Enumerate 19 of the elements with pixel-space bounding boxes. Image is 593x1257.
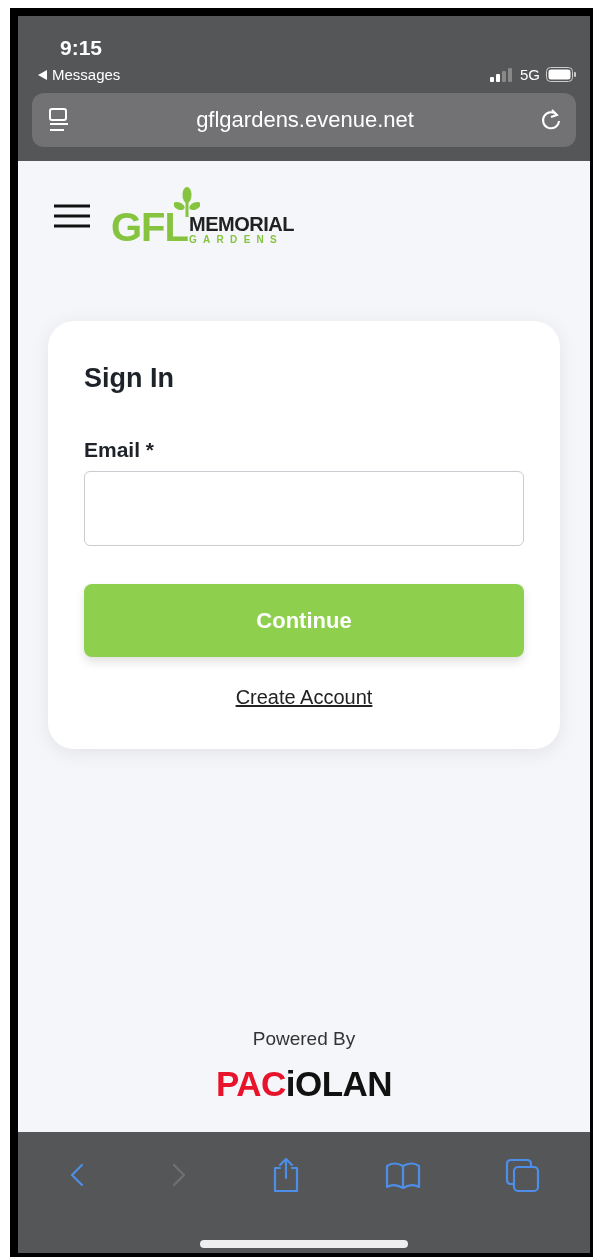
reload-icon (540, 108, 562, 132)
battery-icon (546, 67, 576, 82)
powered-by-text: Powered By (252, 1028, 356, 1050)
book-icon[interactable] (385, 1160, 422, 1190)
menu-icon[interactable] (54, 204, 90, 228)
tabs-icon[interactable] (505, 1157, 541, 1193)
paciolan-logo[interactable]: PACiOLAN (215, 1064, 393, 1104)
url-text: gflgardens.evenue.net (195, 107, 415, 133)
network-type: 5G (520, 66, 540, 83)
signal-icon (490, 67, 514, 82)
email-field[interactable] (84, 471, 524, 546)
clock-time: 9:15 (60, 36, 104, 60)
card-title: Sign In (84, 363, 175, 394)
back-triangle-icon (38, 69, 47, 80)
create-account-link[interactable]: Create Account (235, 686, 373, 709)
address-bar[interactable]: gflgardens.evenue.net (32, 93, 576, 147)
field-label: Email * (84, 438, 156, 462)
reader-icon (48, 107, 70, 133)
back-to-app-link[interactable]: Messages (52, 66, 121, 83)
